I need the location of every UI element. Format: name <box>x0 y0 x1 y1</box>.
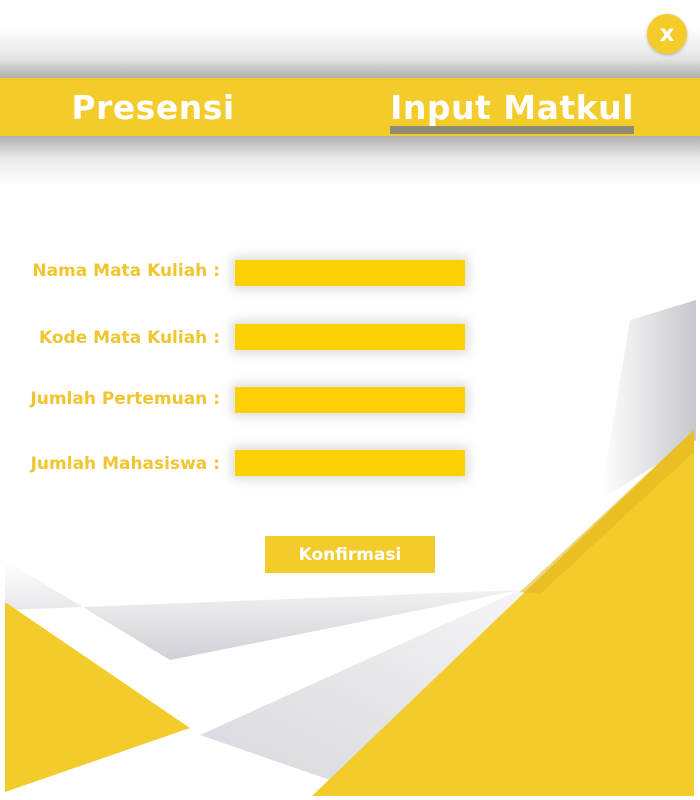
jumlah-mahasiswa-label: Jumlah Mahasiswa : <box>30 454 220 474</box>
nama-mata-kuliah-label: Nama Mata Kuliah : <box>32 261 220 281</box>
jumlah-mahasiswa-input[interactable] <box>235 450 465 476</box>
navbar-shadow-top <box>0 28 700 78</box>
close-button[interactable]: x <box>647 14 687 54</box>
close-icon: x <box>659 20 675 47</box>
jumlah-pertemuan-input[interactable] <box>235 387 465 413</box>
kode-mata-kuliah-input[interactable] <box>235 324 465 350</box>
active-tab-indicator <box>390 126 634 134</box>
tab-presensi[interactable]: Presensi <box>60 78 246 136</box>
navbar-shadow-bottom <box>0 136 700 186</box>
jumlah-pertemuan-label: Jumlah Pertemuan : <box>30 389 220 409</box>
konfirmasi-button[interactable]: Konfirmasi <box>265 536 435 573</box>
kode-mata-kuliah-label: Kode Mata Kuliah : <box>39 328 220 348</box>
nama-mata-kuliah-input[interactable] <box>235 260 465 286</box>
